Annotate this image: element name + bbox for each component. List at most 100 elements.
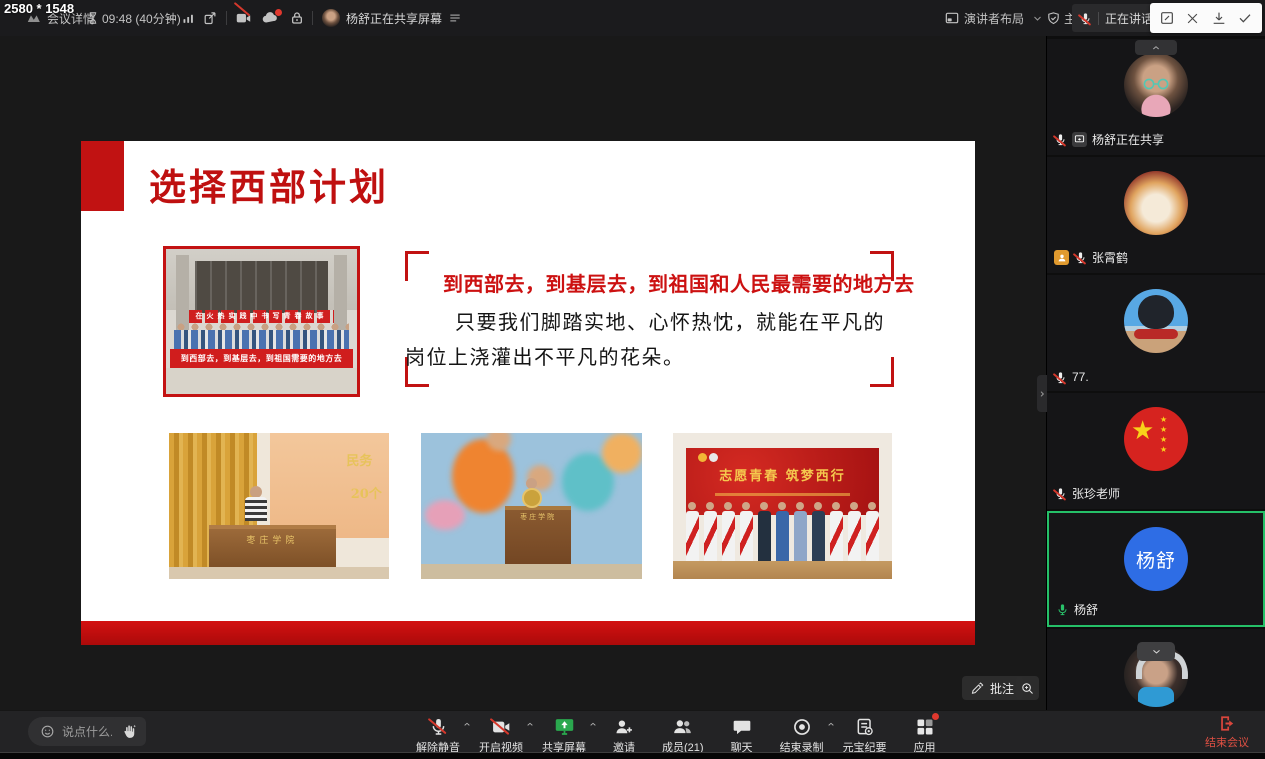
bracket-top-left xyxy=(405,251,429,281)
photo-award-group: 志愿青春 筑梦西行 xyxy=(673,433,892,579)
participant-name: 77. xyxy=(1072,370,1089,384)
photo-floor xyxy=(673,561,892,579)
chevron-up-icon[interactable] xyxy=(463,721,471,728)
photo-screen-logo xyxy=(698,453,707,462)
shield-icon xyxy=(1046,0,1061,36)
camera-muted-icon xyxy=(491,716,511,737)
mic-muted-icon xyxy=(1054,487,1067,500)
avatar: 杨舒 xyxy=(1124,527,1188,591)
new-window-icon[interactable] xyxy=(1159,10,1175,26)
download-icon[interactable] xyxy=(1211,10,1227,26)
avatar xyxy=(1124,289,1188,353)
open-in-window-icon[interactable] xyxy=(203,0,218,36)
photo-person xyxy=(703,502,718,562)
layout-switcher[interactable]: 演讲者布局 xyxy=(964,0,1024,36)
chevron-up-icon[interactable] xyxy=(589,721,597,728)
toolbar-buttons: 解除静音 开启视频 共享屏幕 邀请 xyxy=(413,713,947,755)
security-lock-icon[interactable] xyxy=(289,0,305,36)
photo-podium: 枣庄学院 xyxy=(209,525,337,569)
photo-screen-title: 志愿青春 筑梦西行 xyxy=(686,465,879,484)
stop-recording-button[interactable]: 结束录制 xyxy=(777,713,827,755)
annotate-button[interactable]: 批注 xyxy=(962,676,1023,700)
window-bottom-edge xyxy=(0,752,1265,759)
collapse-down-button[interactable] xyxy=(1137,642,1175,661)
photo-building-entrance xyxy=(195,261,329,313)
photo-blob-orange xyxy=(602,433,642,473)
photo-volunteer-screen: 枣庄学院 xyxy=(421,433,642,579)
list-icon[interactable] xyxy=(448,0,462,36)
invite-icon xyxy=(614,716,634,737)
participant-name: 杨舒 xyxy=(1074,601,1098,618)
annotate-icon xyxy=(971,681,985,695)
record-disabled-icon[interactable] xyxy=(235,0,252,36)
participant-tile[interactable]: 77. xyxy=(1047,275,1265,391)
participant-name: 张珍老师 xyxy=(1072,485,1120,502)
photo-screen-subline xyxy=(715,493,850,496)
chevron-up-icon[interactable] xyxy=(827,721,835,728)
chevron-up-icon[interactable] xyxy=(526,721,534,728)
avatar: ★ ★ ★ ★ ★ xyxy=(1124,407,1188,471)
screen-share-icon xyxy=(554,716,575,737)
zoom-in-button[interactable] xyxy=(1016,676,1039,700)
participant-tile[interactable]: 杨舒正在共享 xyxy=(1047,39,1265,155)
mic-muted-icon xyxy=(1054,133,1067,146)
invite-button[interactable]: 邀请 xyxy=(602,713,646,755)
participant-tile-active-speaker[interactable]: 杨舒 杨舒 xyxy=(1047,511,1265,627)
share-screen-button[interactable]: 共享屏幕 xyxy=(539,713,589,755)
presentation-slide: 选择西部计划 在火热实践中书写青春故事 到西部去，到基层去，到祖国需要的地方去 … xyxy=(81,141,975,645)
participant-name-row: 张霄鹤 xyxy=(1054,249,1128,266)
cloud-alert-dot xyxy=(275,9,282,16)
photo-placards-text: 在火热实践中书写青春故事 xyxy=(189,310,334,323)
chevron-down-icon[interactable] xyxy=(1033,0,1042,36)
hourglass-icon xyxy=(86,0,100,36)
participant-tiles: 杨舒正在共享 张霄鹤 77. xyxy=(1047,36,1265,745)
photo-floor xyxy=(169,567,389,579)
photo-person xyxy=(847,502,862,562)
check-icon[interactable] xyxy=(1237,10,1253,26)
apps-button[interactable]: 应用 xyxy=(903,713,947,755)
photo-people-row xyxy=(677,502,887,562)
emoji-icon xyxy=(40,724,55,739)
annotate-label: 批注 xyxy=(990,680,1014,697)
quote-line-1: 只要我们脚踏实地、心怀热忱，就能在平凡的 xyxy=(455,306,885,335)
unmute-button[interactable]: 解除静音 xyxy=(413,713,463,755)
ai-notes-button[interactable]: 元宝纪要 xyxy=(840,713,890,755)
photo-banner-text: 到西部去，到基层去，到祖国需要的地方去 xyxy=(170,349,353,368)
meeting-toolbar: 说点什么... 解除静音 开启视频 xyxy=(0,710,1265,752)
chat-button[interactable]: 聊天 xyxy=(720,713,764,755)
participant-name-row: 张珍老师 xyxy=(1054,485,1120,502)
photo-person xyxy=(775,502,790,562)
raise-hand-button[interactable] xyxy=(112,717,146,746)
slide-footer-bar xyxy=(81,621,975,645)
chevron-down-icon[interactable] xyxy=(166,0,175,36)
photo-person xyxy=(685,502,700,562)
photo-blob-orange xyxy=(452,439,514,513)
close-icon[interactable] xyxy=(1185,11,1200,26)
collapse-up-button[interactable] xyxy=(1135,40,1177,55)
photo-person xyxy=(793,502,808,562)
end-meeting-label: 结束会议 xyxy=(1205,734,1249,750)
end-meeting-button[interactable]: 结束会议 xyxy=(1205,714,1249,750)
capture-toolbar xyxy=(1150,3,1262,33)
apps-alert-dot xyxy=(932,713,939,720)
photo-screen: 民务 20个 xyxy=(270,433,389,538)
photo-person xyxy=(721,502,736,562)
photo-person xyxy=(811,502,826,562)
sharing-status[interactable]: 杨舒正在共享屏幕 xyxy=(346,0,442,36)
mic-muted-icon xyxy=(429,716,448,737)
members-button[interactable]: 成员(21) xyxy=(659,713,707,755)
bracket-bottom-right xyxy=(870,357,894,387)
start-video-button[interactable]: 开启视频 xyxy=(476,713,526,755)
divider xyxy=(312,11,313,25)
flag-star: ★ xyxy=(1131,417,1154,443)
participant-tile[interactable]: ★ ★ ★ ★ ★ 张珍老师 xyxy=(1047,393,1265,509)
network-signal-icon[interactable] xyxy=(181,0,196,36)
photo-screen-logo xyxy=(709,453,718,462)
photo-people-row xyxy=(174,330,350,349)
photo-person xyxy=(739,502,754,562)
avatar xyxy=(1124,171,1188,235)
slide-title: 选择西部计划 xyxy=(149,157,389,211)
cloud-icon[interactable] xyxy=(261,0,279,36)
sidebar-collapse-handle[interactable] xyxy=(1037,375,1047,412)
participant-tile[interactable]: 张霄鹤 xyxy=(1047,157,1265,273)
